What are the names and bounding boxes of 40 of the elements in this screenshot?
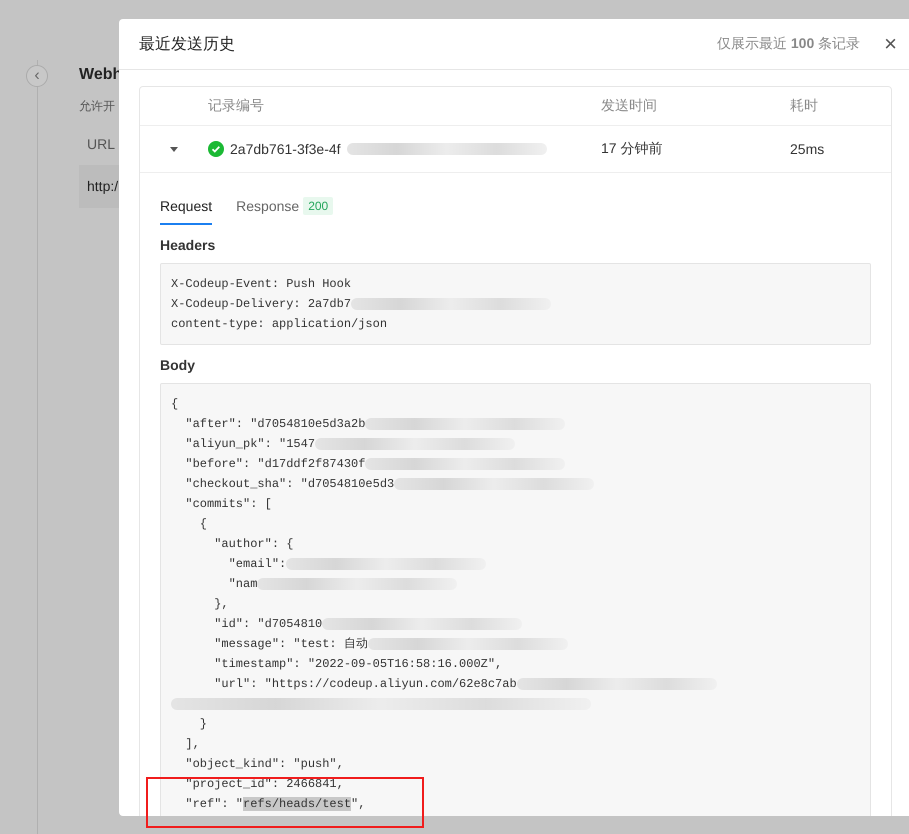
code-line: }, <box>213 596 230 613</box>
code-line: ], <box>184 736 201 753</box>
code-line: "project_id": 2466841, <box>184 776 345 793</box>
code-line: { <box>198 516 208 533</box>
code-line: "after": "d7054810e5d3a2b <box>171 414 860 434</box>
section-label: Headers <box>160 237 216 253</box>
page-description: 允许开 <box>79 98 115 115</box>
record-limit-note: 仅展示最近 100 条记录 <box>717 35 860 53</box>
code-line: "nam <box>171 574 860 594</box>
code-line: "ref": "refs/heads/test", <box>184 796 366 813</box>
tab[interactable]: Request <box>160 193 212 225</box>
code-line: "message": "test: 自动 <box>171 634 860 654</box>
code-line: X-Codeup-Event: Push Hook <box>171 276 352 293</box>
history-row[interactable]: 2a7db761-3f3e-4f 17 分钟前 25ms <box>140 126 891 173</box>
column-header: 耗时 <box>790 97 819 115</box>
code-line: X-Codeup-Delivery: 2a7db7 <box>171 294 860 314</box>
code-line: "email": <box>171 554 860 574</box>
code-line: "aliyun_pk": "1547 <box>171 434 860 454</box>
code-line: { <box>171 396 180 413</box>
code-line: "object_kind": "push", <box>184 756 345 773</box>
code-line: content-type: application/json <box>171 316 388 333</box>
code-line: "commits": [ <box>184 496 273 513</box>
column-header: 记录编号 <box>208 97 265 115</box>
column-header: 发送时间 <box>601 97 658 115</box>
section-label: Body <box>160 357 196 373</box>
code-line: "url": "https://codeup.aliyun.com/62e8c7ab <box>171 674 860 694</box>
caret-icon[interactable] <box>170 146 178 152</box>
record-id: 2a7db761-3f3e-4f <box>230 141 341 157</box>
code-line: "author": { <box>213 536 294 553</box>
code-line: "timestamp": "2022-09-05T16:58:16.000Z", <box>213 656 504 673</box>
code-line: } <box>198 716 208 733</box>
code-line: "before": "d17ddf2f87430f <box>171 454 860 474</box>
close-button[interactable]: × <box>884 33 897 55</box>
code-line: "checkout_sha": "d7054810e5d3 <box>171 474 860 494</box>
tab[interactable]: Response 200 <box>236 193 334 225</box>
column-header: URL <box>86 135 116 154</box>
duration: 25ms <box>790 141 826 157</box>
send-time: 17 分钟前 <box>601 140 664 158</box>
code-line: "id": "d7054810 <box>171 614 860 634</box>
dialog-title: 最近发送历史 <box>139 34 236 54</box>
